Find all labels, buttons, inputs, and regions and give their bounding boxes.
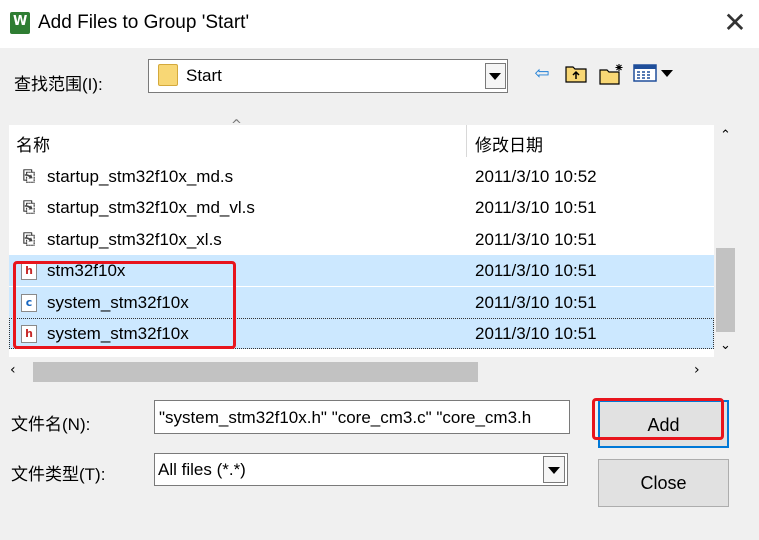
highlight-selected-files bbox=[13, 261, 236, 349]
view-menu-icon[interactable] bbox=[632, 63, 676, 87]
column-header-name[interactable]: 名称 bbox=[16, 131, 50, 156]
highlight-add-button bbox=[592, 398, 724, 440]
close-icon[interactable]: ✕ bbox=[718, 8, 752, 40]
file-name: startup_stm32f10x_md_vl.s bbox=[47, 198, 255, 217]
look-in-value: Start bbox=[186, 66, 222, 85]
close-button[interactable]: Close bbox=[598, 459, 729, 507]
look-in-dropdown-button[interactable] bbox=[485, 63, 506, 89]
chevron-down-icon bbox=[548, 467, 560, 474]
sort-ascending-icon: ^ bbox=[231, 118, 242, 133]
file-date: 2011/3/10 10:51 bbox=[475, 261, 597, 280]
window-title: Add Files to Group 'Start' bbox=[38, 12, 250, 33]
scroll-down-icon[interactable]: ⌄ bbox=[714, 338, 737, 358]
scroll-up-icon[interactable]: ⌃ bbox=[714, 128, 737, 148]
column-header-date[interactable]: 修改日期 bbox=[475, 131, 543, 156]
up-folder-icon[interactable] bbox=[564, 63, 588, 87]
asm-file-icon: ⎘ bbox=[22, 167, 35, 185]
file-name-label: 文件名(N): bbox=[11, 415, 91, 434]
file-date: 2011/3/10 10:51 bbox=[475, 198, 597, 217]
chevron-down-icon bbox=[489, 73, 501, 80]
scroll-left-icon[interactable]: ‹ bbox=[10, 362, 28, 382]
view-menu-svg bbox=[633, 64, 673, 82]
vertical-scrollbar-thumb[interactable] bbox=[716, 248, 735, 332]
new-folder-svg bbox=[599, 64, 623, 85]
file-date: 2011/3/10 10:52 bbox=[475, 167, 597, 186]
keil-uvision-icon bbox=[10, 12, 30, 34]
folder-up-svg bbox=[565, 66, 587, 83]
file-type-dropdown-button[interactable] bbox=[543, 456, 565, 483]
asm-file-icon: ⎘ bbox=[22, 198, 35, 216]
file-date: 2011/3/10 10:51 bbox=[475, 293, 597, 312]
new-folder-icon[interactable] bbox=[598, 63, 626, 87]
back-icon[interactable]: ⇦ bbox=[530, 63, 554, 87]
folder-icon bbox=[158, 64, 178, 86]
file-name: startup_stm32f10x_md.s bbox=[47, 167, 234, 186]
scroll-right-icon[interactable]: › bbox=[694, 362, 712, 382]
file-row[interactable]: ⎘ startup_stm32f10x_xl.s 2011/3/10 10:51 bbox=[9, 224, 714, 255]
file-date: 2011/3/10 10:51 bbox=[475, 230, 597, 249]
file-type-select[interactable]: All files (*.*) bbox=[154, 453, 568, 486]
file-name: startup_stm32f10x_xl.s bbox=[47, 230, 222, 249]
file-date: 2011/3/10 10:51 bbox=[475, 324, 597, 343]
look-in-label: 查找范围(I): bbox=[14, 75, 103, 94]
file-type-label: 文件类型(T): bbox=[11, 465, 106, 484]
column-divider[interactable] bbox=[466, 125, 467, 157]
horizontal-scrollbar-thumb[interactable] bbox=[33, 362, 478, 382]
file-row[interactable]: ⎘ startup_stm32f10x_md_vl.s 2011/3/10 10… bbox=[9, 192, 714, 223]
asm-file-icon: ⎘ bbox=[22, 230, 35, 248]
file-name-input[interactable]: "system_stm32f10x.h" "core_cm3.c" "core_… bbox=[154, 400, 570, 434]
file-row[interactable]: ⎘ startup_stm32f10x_md.s 2011/3/10 10:52 bbox=[9, 161, 714, 192]
